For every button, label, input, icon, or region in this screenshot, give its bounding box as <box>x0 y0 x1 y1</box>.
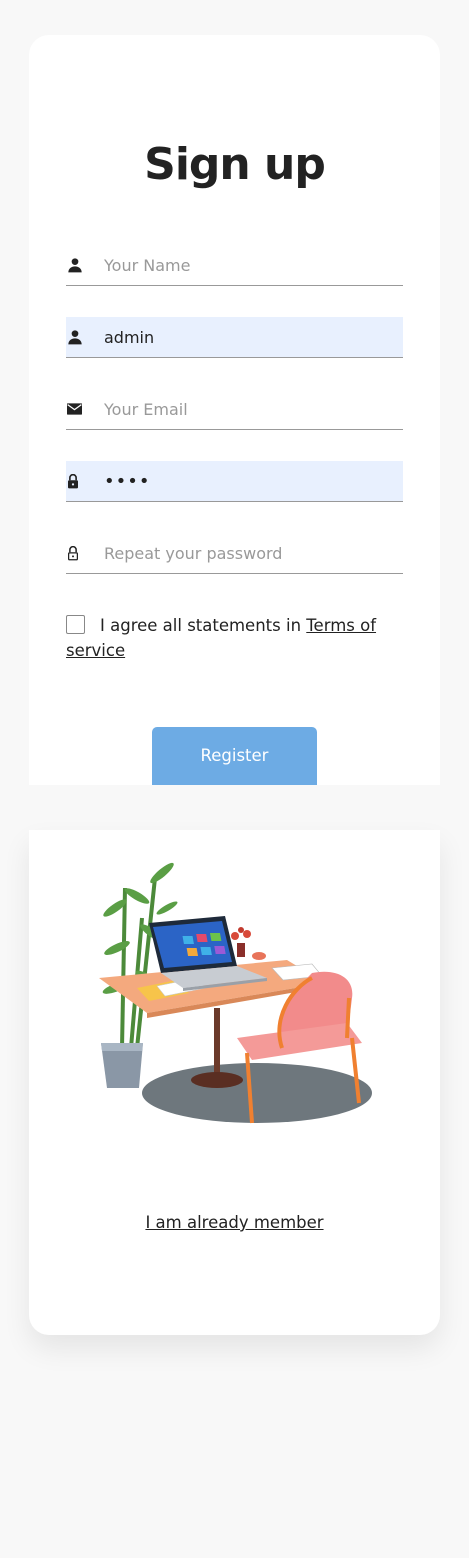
page-title: Sign up <box>144 139 326 190</box>
email-input[interactable] <box>104 389 403 429</box>
person-icon <box>66 257 104 273</box>
username-field-row <box>66 317 403 358</box>
email-field-row <box>66 389 403 430</box>
repeat-password-input[interactable] <box>104 533 403 573</box>
register-button[interactable]: Register <box>152 727 317 785</box>
username-input[interactable] <box>104 317 403 357</box>
signup-card: Sign up I agree all statements in Terms … <box>29 35 440 785</box>
agree-checkbox[interactable] <box>66 615 85 634</box>
desk-illustration <box>99 862 372 1124</box>
name-field-row <box>66 245 403 286</box>
repeat-password-field-row <box>66 533 403 574</box>
already-member-link[interactable]: I am already member <box>29 1213 440 1232</box>
lock-icon <box>66 473 104 489</box>
agree-terms-row: I agree all statements in Terms of servi… <box>66 613 396 663</box>
name-input[interactable] <box>104 245 403 285</box>
email-icon <box>66 403 104 415</box>
signin-card: I am already member <box>29 830 440 1335</box>
agree-text: I agree all statements in <box>100 616 307 635</box>
password-input[interactable] <box>104 461 403 501</box>
lock-outline-icon <box>66 545 104 561</box>
person-icon <box>66 329 104 345</box>
password-field-row <box>66 461 403 502</box>
